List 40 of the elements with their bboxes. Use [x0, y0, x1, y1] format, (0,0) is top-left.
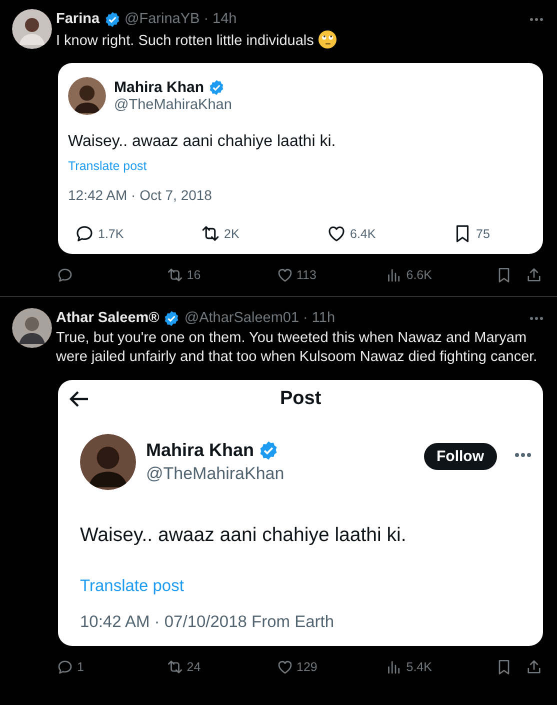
separator-dot: ·: [204, 11, 209, 27]
reply-text: I know right. Such rotten little individuals: [56, 33, 314, 49]
repost-icon[interactable]: [200, 223, 221, 244]
stat-count: 1.7K: [98, 226, 124, 240]
avatar: [80, 434, 136, 490]
avatar[interactable]: [12, 308, 52, 348]
translate-link[interactable]: Translate post: [68, 159, 533, 173]
author-name: Mahira Khan: [146, 440, 254, 461]
action-count: 24: [186, 660, 201, 674]
avatar: [68, 77, 106, 115]
separator-dot: ·: [303, 310, 308, 326]
post-timestamp: 10:42 AM · 07/10/2018 From Earth: [79, 613, 336, 633]
author-name[interactable]: Farina: [56, 11, 100, 27]
action-count: 129: [296, 660, 318, 674]
action-count: 1: [77, 660, 84, 674]
author-handle[interactable]: @FarinaYB: [124, 11, 200, 27]
share-icon[interactable]: [525, 658, 543, 676]
page-title: Post: [280, 388, 322, 410]
author-handle: @TheMahiraKhan: [114, 97, 232, 113]
stat-count: 75: [476, 226, 490, 240]
action-count: 5.4K: [406, 660, 432, 674]
author-name: Mahira Khan: [114, 79, 204, 96]
stat-count: 2K: [224, 226, 240, 240]
post-text: Waisey.. awaaz aani chahiye laathi ki.: [79, 524, 408, 547]
speech-bubble-icon[interactable]: [74, 223, 95, 244]
stat-count: 6.4K: [350, 226, 376, 240]
author-handle[interactable]: @AtharSaleem01: [184, 310, 300, 326]
action-count: 113: [296, 268, 316, 282]
quoted-post-card[interactable]: Mahira Khan @TheMahiraKhan Waisey.. awaaz aani chahiye laathi ki. Translate post 12:42 AM · Oct 7, 2018 1.7K 2K 6.4K 75: [58, 63, 543, 254]
post-time[interactable]: 11h: [312, 310, 336, 326]
post-text: Waisey.. awaaz aani chahiye laathi ki.: [68, 133, 337, 151]
post-timestamp: 12:42 AM · Oct 7, 2018: [68, 187, 213, 203]
action-count: 16: [186, 268, 201, 282]
post-time[interactable]: 14h: [212, 11, 237, 27]
author-handle: @TheMahiraKhan: [146, 464, 286, 484]
reply-text: True, but you're one on them. You tweeted this when Nawaz and Maryam were jailed unfairly and that too when Kulsoom Nawaz died fighting cancer.: [56, 330, 538, 365]
avatar[interactable]: [12, 9, 52, 49]
share-icon[interactable]: [525, 266, 543, 284]
action-count: 6.6K: [406, 268, 432, 282]
author-name[interactable]: Athar Saleem®: [56, 310, 160, 326]
